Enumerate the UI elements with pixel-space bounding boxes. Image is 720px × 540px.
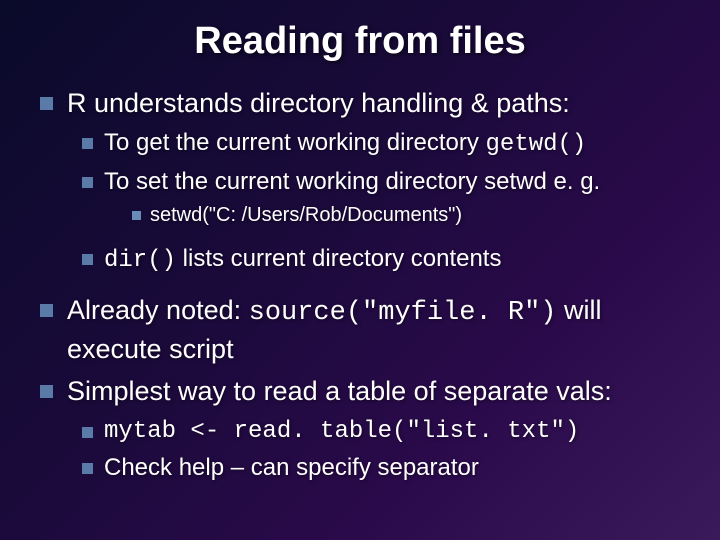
bullet-icon <box>40 385 53 398</box>
bullet-icon <box>40 97 53 110</box>
bullet-level2: To get the current working directory get… <box>82 127 680 161</box>
slide: Reading from files R understands directo… <box>0 0 720 485</box>
bullet-text: To get the current working directory get… <box>104 127 680 161</box>
bullet-text: Already noted: source("myfile. R") will … <box>67 292 680 368</box>
bullet-text: To set the current working directory set… <box>104 166 680 198</box>
bullet-level2: To set the current working directory set… <box>82 166 680 198</box>
bullet-icon <box>132 211 141 220</box>
code-text: mytab <- read. table("list. txt") <box>104 416 680 448</box>
bullet-level1: Simplest way to read a table of separate… <box>40 373 680 409</box>
bullet-icon <box>82 138 93 149</box>
bullet-level2: Check help – can specify separator <box>82 452 680 484</box>
bullet-level2: dir() lists current directory contents <box>82 243 680 277</box>
code-text: dir() <box>104 247 176 274</box>
bullet-text: Simplest way to read a table of separate… <box>67 373 680 409</box>
code-text: source("myfile. R") <box>249 298 557 328</box>
bullet-text: setwd("C: /Users/Rob/Documents") <box>150 202 680 229</box>
bullet-level3: setwd("C: /Users/Rob/Documents") <box>132 202 680 229</box>
slide-title: Reading from files <box>40 20 680 63</box>
text-part: lists current directory contents <box>176 245 501 272</box>
bullet-icon <box>40 304 53 317</box>
bullet-icon <box>82 177 93 188</box>
code-text: getwd() <box>486 131 587 158</box>
text-part: Already noted: <box>67 295 249 325</box>
bullet-icon <box>82 427 93 438</box>
text-part: To get the current working directory <box>104 129 486 156</box>
bullet-icon <box>82 254 93 265</box>
bullet-text: dir() lists current directory contents <box>104 243 680 277</box>
bullet-text: Check help – can specify separator <box>104 452 680 484</box>
bullet-level1: Already noted: source("myfile. R") will … <box>40 292 680 368</box>
bullet-icon <box>82 463 93 474</box>
bullet-level2: mytab <- read. table("list. txt") <box>82 416 680 448</box>
bullet-text: R understands directory handling & paths… <box>67 85 680 121</box>
bullet-level1: R understands directory handling & paths… <box>40 85 680 121</box>
